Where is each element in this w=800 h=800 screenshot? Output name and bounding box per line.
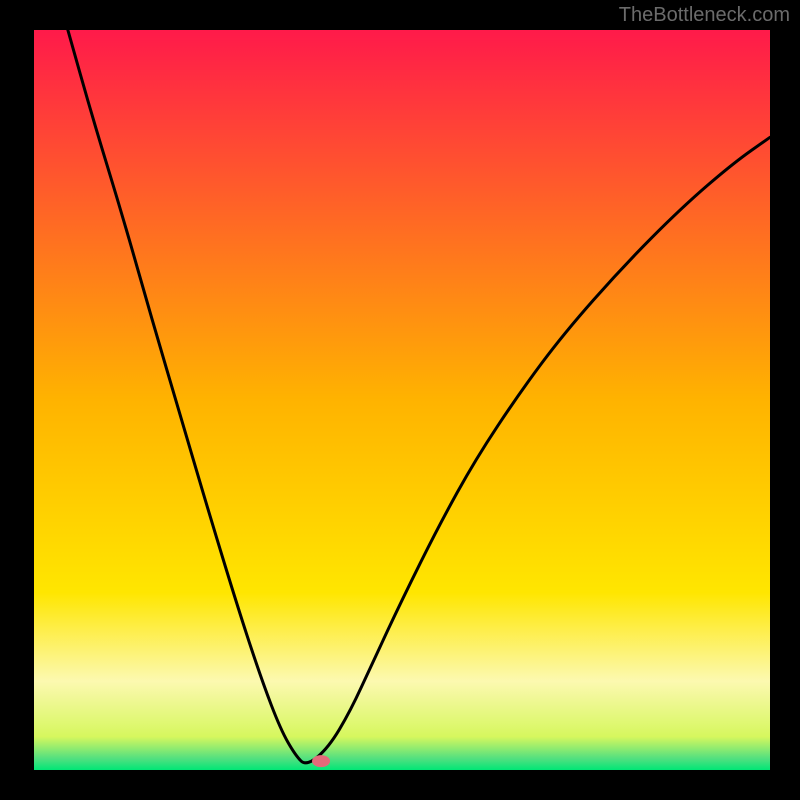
plot-background [34,30,770,770]
chart-container: { "watermark": "TheBottleneck.com", "cha… [0,0,800,800]
minimum-marker [312,755,330,767]
watermark-text: TheBottleneck.com [619,4,790,27]
bottleneck-chart [0,0,800,800]
